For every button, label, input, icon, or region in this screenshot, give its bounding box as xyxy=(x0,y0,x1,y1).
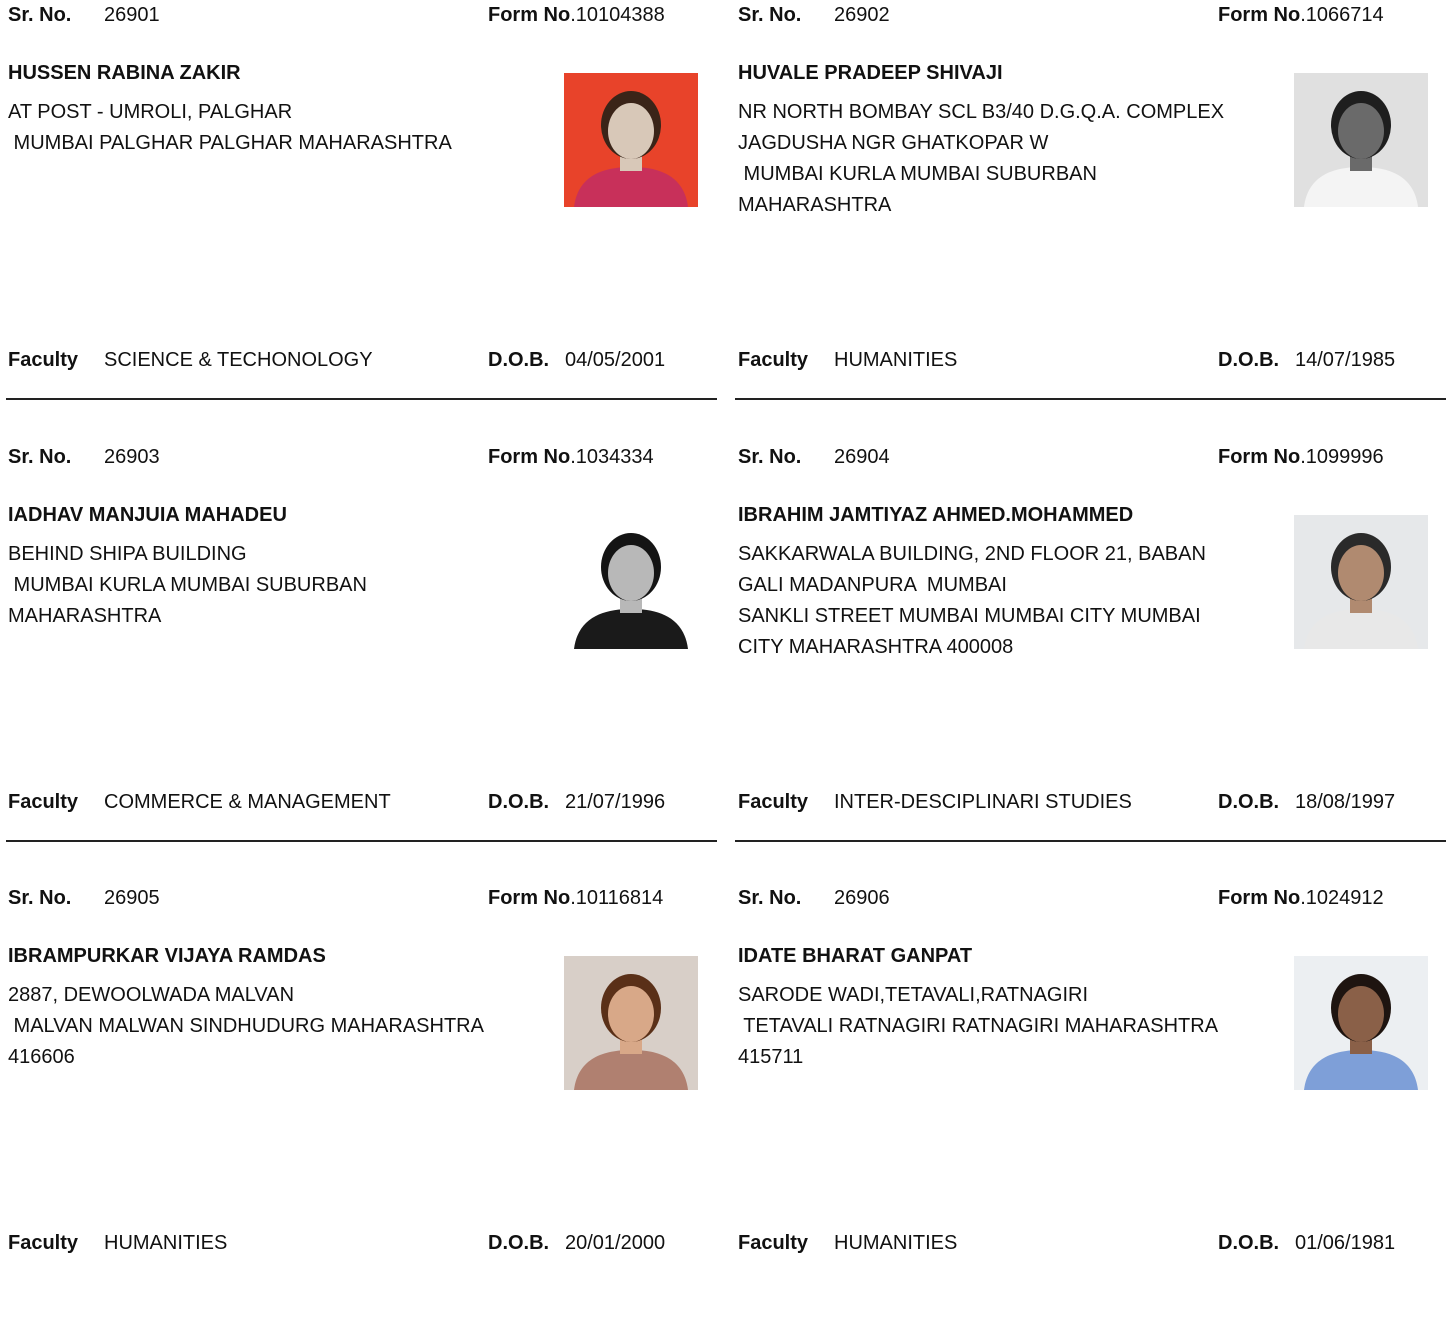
section-divider xyxy=(735,398,1446,400)
form-no-label: Form No xyxy=(488,446,571,468)
dob-value: 18/08/1997 xyxy=(1295,791,1396,813)
student-name: HUVALE PRADEEP SHIVAJI xyxy=(738,62,1003,84)
student-record-card: Sr. No. 26905 Form No.10116814 IBRAMPURK… xyxy=(0,883,712,1323)
dob-label: D.O.B. xyxy=(1218,1232,1280,1254)
student-photo xyxy=(564,73,698,207)
student-address: SARODE WADI,TETAVALI,RATNAGIRI TETAVALI … xyxy=(738,984,1219,1068)
faculty-value: SCIENCE & TECHONOLOGY xyxy=(104,349,373,371)
student-address: BEHIND SHIPA BUILDING MUMBAI KURLA MUMBA… xyxy=(8,543,367,627)
form-no-label: Form No xyxy=(488,887,571,909)
student-photo xyxy=(1294,956,1428,1090)
form-no-label: Form No xyxy=(1218,4,1301,26)
section-divider xyxy=(735,840,1446,842)
student-name: IBRAHIM JAMTIYAZ AHMED.MOHAMMED xyxy=(738,504,1134,526)
faculty-value: HUMANITIES xyxy=(834,1232,958,1254)
sr-no-value: 26904 xyxy=(834,446,890,468)
form-no-label: Form No xyxy=(1218,446,1301,468)
dob-label: D.O.B. xyxy=(488,791,550,813)
dob-label: D.O.B. xyxy=(488,349,550,371)
form-no: Form No.1099996 xyxy=(1218,447,1384,467)
student-record-card: Sr. No. 26901 Form No.10104388 HUSSEN RA… xyxy=(0,0,712,440)
faculty-label: Faculty xyxy=(8,1232,79,1254)
student-photo xyxy=(1294,515,1428,649)
dob-label: D.O.B. xyxy=(1218,349,1280,371)
faculty-value: HUMANITIES xyxy=(104,1232,228,1254)
student-record-card: Sr. No. 26902 Form No.1066714 HUVALE PRA… xyxy=(730,0,1442,440)
student-photo xyxy=(1294,73,1428,207)
portrait-image xyxy=(564,956,698,1090)
form-no-value: .1034334 xyxy=(570,446,654,468)
student-name: IDATE BHARAT GANPAT xyxy=(738,945,973,967)
student-record-card: Sr. No. 26903 Form No.1034334 IADHAV MAN… xyxy=(0,442,712,882)
student-photo xyxy=(564,515,698,649)
faculty-label: Faculty xyxy=(738,349,809,371)
sr-no-label: Sr. No. xyxy=(738,887,802,909)
sr-no-label: Sr. No. xyxy=(738,4,802,26)
student-name: HUSSEN RABINA ZAKIR xyxy=(8,62,241,84)
form-no-value: .10116814 xyxy=(570,887,664,909)
student-name: IBRAMPURKAR VIJAYA RAMDAS xyxy=(8,945,326,967)
section-divider xyxy=(6,840,717,842)
student-record-card: Sr. No. 26904 Form No.1099996 IBRAHIM JA… xyxy=(730,442,1442,882)
form-no-value: .1099996 xyxy=(1300,446,1384,468)
student-address: SAKKARWALA BUILDING, 2ND FLOOR 21, BABAN… xyxy=(738,543,1206,658)
student-address: NR NORTH BOMBAY SCL B3/40 D.G.Q.A. COMPL… xyxy=(738,101,1225,216)
student-name: IADHAV MANJUIA MAHADEU xyxy=(8,504,287,526)
faculty-label: Faculty xyxy=(8,791,79,813)
portrait-image xyxy=(1294,73,1428,207)
student-address: 2887, DEWOOLWADA MALVAN MALVAN MALWAN SI… xyxy=(8,984,484,1068)
dob-value: 04/05/2001 xyxy=(565,349,666,371)
form-no-value: .1024912 xyxy=(1300,887,1384,909)
sr-no-label: Sr. No. xyxy=(8,887,72,909)
sr-no-value: 26902 xyxy=(834,4,890,26)
faculty-value: INTER-DESCIPLINARI STUDIES xyxy=(834,791,1132,813)
sr-no-label: Sr. No. xyxy=(8,4,72,26)
faculty-label: Faculty xyxy=(738,791,809,813)
form-no-label: Form No xyxy=(488,4,571,26)
dob-value: 14/07/1985 xyxy=(1295,349,1396,371)
form-no: Form No.1024912 xyxy=(1218,888,1384,908)
form-no: Form No.10116814 xyxy=(488,888,663,908)
student-photo xyxy=(564,956,698,1090)
sr-no-label: Sr. No. xyxy=(738,446,802,468)
sr-no-value: 26901 xyxy=(104,4,160,26)
portrait-image xyxy=(1294,956,1428,1090)
faculty-value: HUMANITIES xyxy=(834,349,958,371)
dob-label: D.O.B. xyxy=(488,1232,550,1254)
dob-value: 20/01/2000 xyxy=(565,1232,666,1254)
dob-value: 01/06/1981 xyxy=(1295,1232,1396,1254)
faculty-value: COMMERCE & MANAGEMENT xyxy=(104,791,391,813)
dob-value: 21/07/1996 xyxy=(565,791,666,813)
student-record-card: Sr. No. 26906 Form No.1024912 IDATE BHAR… xyxy=(730,883,1442,1323)
dob-label: D.O.B. xyxy=(1218,791,1280,813)
portrait-image xyxy=(564,73,698,207)
student-address: AT POST - UMROLI, PALGHAR MUMBAI PALGHAR… xyxy=(8,101,452,154)
form-no: Form No.1066714 xyxy=(1218,5,1384,25)
sr-no-value: 26905 xyxy=(104,887,160,909)
sr-no-label: Sr. No. xyxy=(8,446,72,468)
portrait-image xyxy=(564,515,698,649)
section-divider xyxy=(6,398,717,400)
form-no-label: Form No xyxy=(1218,887,1301,909)
faculty-label: Faculty xyxy=(8,349,79,371)
sr-no-value: 26906 xyxy=(834,887,890,909)
sr-no-value: 26903 xyxy=(104,446,160,468)
form-no: Form No.1034334 xyxy=(488,447,654,467)
form-no: Form No.10104388 xyxy=(488,5,665,25)
portrait-image xyxy=(1294,515,1428,649)
faculty-label: Faculty xyxy=(738,1232,809,1254)
form-no-value: .1066714 xyxy=(1300,4,1384,26)
form-no-value: .10104388 xyxy=(570,4,665,26)
